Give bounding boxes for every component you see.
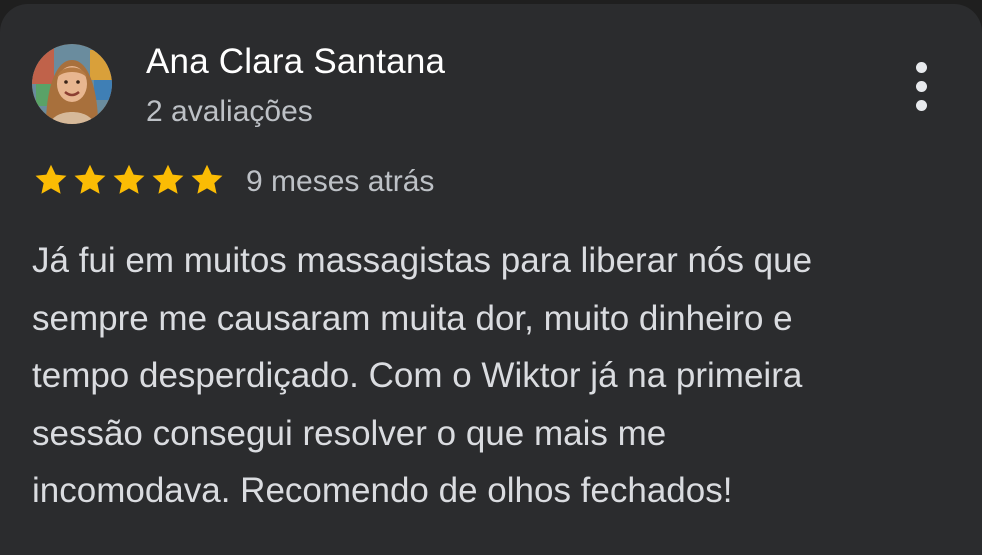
reviewer-name[interactable]: Ana Clara Santana [146,42,445,82]
review-text-line: Já fui em muitos massagistas para libera… [32,241,813,280]
more-vert-icon-dot [915,80,927,92]
star-icon [74,164,106,194]
review-time: 9 meses atrás [246,165,435,198]
star-rating [32,162,226,198]
review-card: Ana Clara Santana 2 avaliações 9 meses a… [0,4,982,555]
review-count[interactable]: 2 avaliações [146,94,313,130]
review-text-line: sempre me causaram muita dor, muito dinh… [32,298,793,338]
more-vert-icon-dot [915,99,927,111]
avatar[interactable] [32,44,112,124]
star-icon [113,164,145,194]
review-text-line: incomodava. Recomendo de olhos fechados! [32,471,733,510]
more-options-button[interactable] [900,56,942,116]
star-icon [152,164,184,194]
star-icon [35,164,67,194]
review-text-line: tempo desperdiçado. Com o Wiktor já na p… [32,356,803,395]
review-text: Já fui em muitos massagistas para libera… [32,232,952,520]
star-icon [191,164,223,194]
review-text-line: sessão consegui resolver o que mais me [32,413,667,453]
avatar-photo [32,44,112,124]
more-vert-icon [915,61,927,73]
